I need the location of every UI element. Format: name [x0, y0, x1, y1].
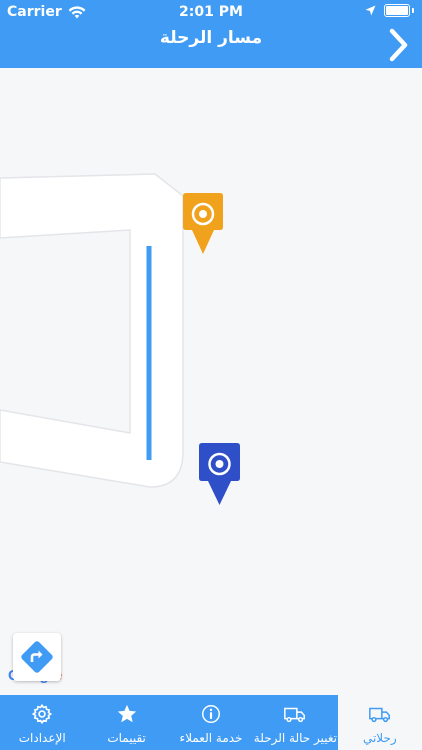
support-icon [202, 705, 220, 723]
clock: 2:01 PM [179, 4, 243, 20]
back-button[interactable] [386, 25, 412, 65]
tab-settings[interactable]: الإعدادات [0, 695, 84, 750]
gear-icon [32, 703, 53, 725]
truck-icon [368, 707, 390, 723]
directions-icon [21, 641, 53, 673]
tab-customer-service[interactable]: خدمة العملاء [169, 695, 253, 750]
tab-bar: الإعدادات تقييمات خدمة العملاء تغيير حال… [0, 695, 422, 750]
tab-label: رحلاتي [362, 731, 397, 745]
status-right-group [365, 4, 414, 17]
navigation-bar: Carrier 2:01 PM مسار الرحلة [0, 0, 422, 68]
map-canvas [0, 173, 240, 505]
location-arrow-icon [365, 5, 376, 16]
tab-label: خدمة العملاء [179, 731, 243, 745]
page-title: مسار الرحلة [159, 28, 263, 48]
tab-label: الإعدادات [18, 731, 66, 745]
chevron-right-icon [389, 28, 408, 62]
tab-my-trips[interactable]: رحلاتي [337, 695, 422, 750]
tab-label: تغيير حالة الرحلة [253, 731, 338, 745]
truck-icon [284, 707, 306, 723]
road [0, 173, 184, 488]
tab-change-trip-status[interactable]: تغيير حالة الرحلة [253, 695, 337, 750]
tab-ratings[interactable]: تقييمات [84, 695, 168, 750]
star-icon [117, 704, 136, 723]
end-pin-icon [199, 443, 240, 505]
status-bar: Carrier 2:01 PM [0, 0, 422, 22]
directions-button[interactable] [13, 633, 61, 681]
map-view[interactable] [0, 68, 422, 695]
battery-icon [384, 4, 410, 17]
start-pin-icon [183, 193, 223, 254]
tab-label: تقييمات [107, 731, 146, 745]
battery-tip [412, 8, 414, 13]
